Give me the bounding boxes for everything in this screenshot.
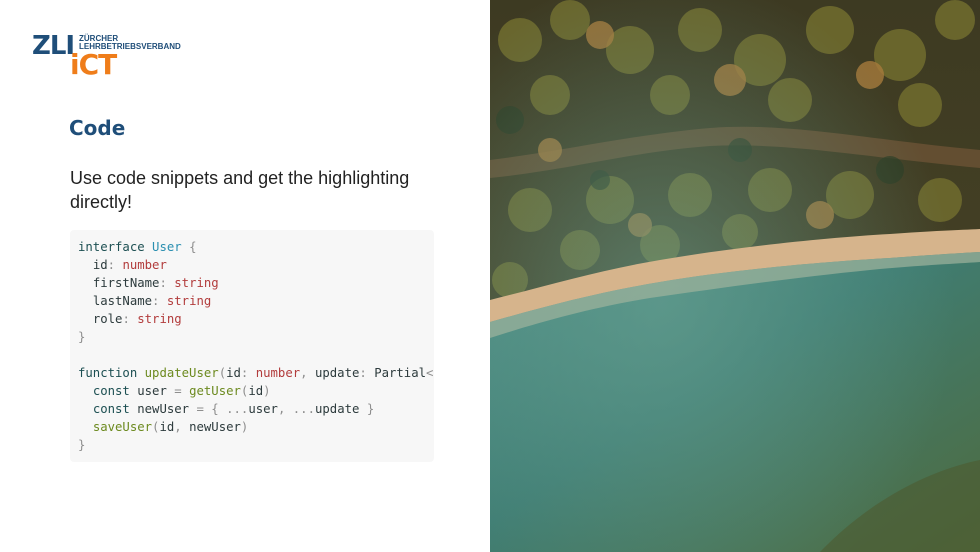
- slide-lead-text: Use code snippets and get the highlighti…: [70, 168, 410, 212]
- logo-line-verband: LEHRBETRIEBSVERBAND: [79, 42, 181, 51]
- logo-zli-text: ZLI: [32, 31, 75, 61]
- code-line-9: const user = getUser(id): [92, 384, 271, 398]
- code-line-11: saveUser(id, newUser): [92, 420, 249, 434]
- zli-ict-logo: ZLI iCT ZÜRCHER LEHRBETRIEBSVERBAND: [32, 32, 184, 80]
- code-line-4: lastName: string: [92, 294, 212, 308]
- aerial-photo-icon: [490, 0, 980, 552]
- code-line-8: function updateUser(id: number, update: …: [78, 366, 434, 380]
- code-line-12: }: [78, 438, 86, 452]
- code-line-2: id: number: [92, 258, 167, 272]
- logo-ict-text: iCT: [70, 48, 117, 81]
- slide-left-panel: ZLI iCT ZÜRCHER LEHRBETRIEBSVERBAND Code…: [0, 0, 490, 552]
- code-line-10: const newUser = { ...user, ...update }: [92, 402, 375, 416]
- slide-title: Code: [69, 116, 126, 140]
- code-line-6: }: [78, 330, 86, 344]
- aerial-forest-lake-photo: [490, 0, 980, 552]
- code-snippet: interface User { id: number firstName: s…: [70, 230, 434, 462]
- code-line-5: role: string: [92, 312, 182, 326]
- code-line-3: firstName: string: [92, 276, 219, 290]
- code-block: interface User { id: number firstName: s…: [70, 230, 434, 454]
- code-line-1: interface User {: [78, 240, 197, 254]
